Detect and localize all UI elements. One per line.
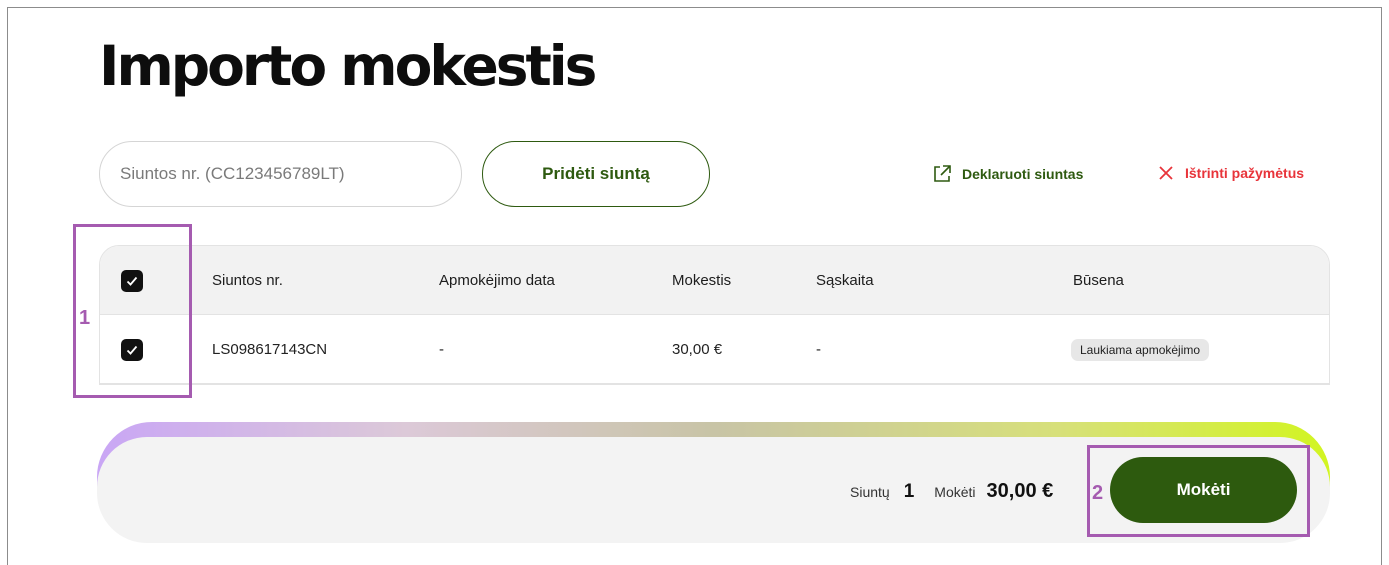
page-title: Importo mokestis (99, 34, 597, 98)
payment-date: - (439, 341, 444, 358)
declare-shipments-label: Deklaruoti siuntas (962, 166, 1084, 182)
shipments-summary: Siuntų 1 Mokėti 30,00 € (850, 480, 1053, 503)
status-cell: Laukiama apmokėjimo (1071, 315, 1210, 384)
delete-selected-link[interactable]: Ištrinti pažymėtus (1157, 164, 1304, 182)
status-badge: Laukiama apmokėjimo (1071, 338, 1210, 361)
column-header-status[interactable]: Būsena (1073, 246, 1124, 315)
tracking-number-input[interactable] (99, 141, 462, 207)
column-header-tracking[interactable]: Siuntos nr. (212, 246, 283, 315)
column-header-invoice[interactable]: Sąskaita (816, 246, 874, 315)
annotation-marker-2: 2 (1092, 482, 1104, 504)
column-header-fee[interactable]: Mokestis (672, 246, 731, 315)
column-header-payment-date[interactable]: Apmokėjimo data (439, 246, 555, 315)
fee-amount: 30,00 € (672, 341, 723, 358)
annotation-box-2 (1087, 445, 1310, 537)
table-header: Siuntos nr. Apmokėjimo data Mokestis Sąs… (100, 246, 1329, 315)
invoice: - (816, 341, 821, 358)
shipments-count-label: Siuntų (850, 484, 890, 500)
close-icon (1157, 164, 1175, 182)
total-amount: 30,00 € (986, 480, 1054, 502)
annotation-marker-1: 1 (79, 307, 91, 329)
shipments-table: Siuntos nr. Apmokėjimo data Mokestis Sąs… (99, 245, 1330, 385)
tracking-number: LS098617143CN (212, 341, 328, 358)
delete-selected-label: Ištrinti pažymėtus (1185, 165, 1305, 181)
table-row: LS098617143CN - 30,00 € - Laukiama apmok… (100, 315, 1329, 384)
annotation-box-1 (73, 224, 192, 398)
add-shipment-button[interactable]: Pridėti siuntą (482, 141, 710, 207)
declare-shipments-link[interactable]: Deklaruoti siuntas (932, 164, 1083, 184)
total-label: Mokėti (934, 484, 976, 500)
shipments-count: 1 (903, 481, 915, 502)
external-link-icon (932, 164, 952, 184)
